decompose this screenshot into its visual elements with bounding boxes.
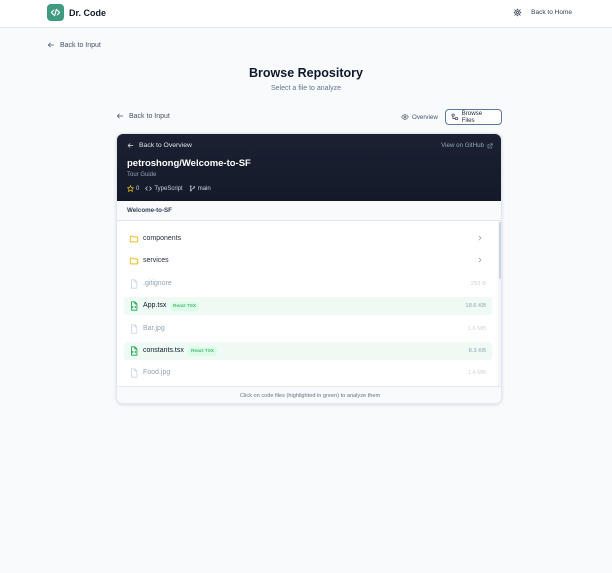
page-title: Browse Repository: [249, 66, 363, 80]
file-name: App.tsx: [143, 302, 167, 309]
footer-hint: Click on code files (highlighted in gree…: [117, 386, 501, 403]
folder-icon: [129, 256, 139, 266]
code-icon: [145, 186, 153, 191]
back-to-input-link[interactable]: Back to Input: [47, 41, 101, 49]
file-icon: [129, 279, 139, 289]
back-to-input-button[interactable]: Back to Input: [116, 112, 170, 120]
back-to-overview-label: Back to Overview: [139, 142, 192, 149]
git-branch-icon: [189, 185, 195, 192]
arrow-left-icon: [127, 143, 134, 148]
tab-overview[interactable]: Overview: [396, 109, 443, 125]
file-size: 18.6 KB: [465, 302, 486, 309]
file-size: 8.3 KB: [468, 347, 486, 354]
file-name: .gitignore: [143, 280, 172, 287]
repo-header: Back to Overview View on GitHub petrosho…: [117, 134, 501, 201]
scrollbar-thumb[interactable]: [499, 222, 501, 279]
file-name: components: [143, 235, 182, 242]
repo-language: TypeScript: [145, 185, 183, 192]
arrow-left-icon: [116, 113, 124, 119]
code-brackets-icon: [47, 4, 64, 21]
breadcrumb: Welcome-to-SF: [117, 201, 501, 221]
file-row[interactable]: App.tsx React TSX 18.6 KB: [124, 297, 492, 315]
back-to-overview-button[interactable]: Back to Overview: [127, 142, 192, 149]
top-navbar: Dr. Code Back to Home: [0, 0, 612, 28]
gear-icon[interactable]: [513, 8, 522, 17]
tab-overview-label: Overview: [412, 113, 438, 121]
file-list: components services .gitignore 253 B App.tsx…: [117, 221, 501, 386]
brand[interactable]: Dr. Code: [47, 4, 106, 21]
folder-icon: [129, 234, 139, 244]
repo-branch: main: [189, 185, 211, 192]
external-link-icon: [487, 142, 493, 148]
file-name: Food.jpg: [143, 369, 171, 376]
view-on-github-label: View on GitHub: [441, 142, 484, 149]
file-row[interactable]: Food.jpg 1.4 MB: [124, 364, 492, 382]
file-size: 1.4 MB: [467, 369, 486, 376]
repo-stars: 0: [127, 185, 139, 192]
page-subtitle: Select a file to analyze: [270, 85, 342, 92]
tab-browse-files[interactable]: Browse Files: [444, 109, 502, 125]
back-to-input-label: Back to Input: [129, 112, 170, 120]
repo-description: Tour Guide: [127, 172, 157, 178]
file-name: constants.tsx: [143, 347, 184, 354]
back-to-input-label: Back to Input: [60, 41, 101, 49]
folder-tree-icon: [451, 113, 458, 120]
repo-branch-label: main: [197, 185, 211, 192]
file-type-badge: React TSX: [170, 301, 200, 311]
back-to-home-link[interactable]: Back to Home: [531, 9, 572, 16]
view-toggle: Overview Browse Files: [396, 109, 502, 125]
arrow-left-icon: [47, 42, 55, 48]
file-name: Bar.jpg: [143, 325, 165, 332]
view-on-github-link[interactable]: View on GitHub: [441, 142, 493, 149]
file-row[interactable]: .gitignore 253 B: [124, 275, 492, 293]
repo-stars-count: 0: [136, 185, 140, 192]
file-size: 253 B: [470, 280, 486, 287]
breadcrumb-root[interactable]: Welcome-to-SF: [127, 207, 172, 214]
tab-browse-files-label: Browse Files: [461, 110, 483, 124]
folder-row[interactable]: components: [124, 230, 492, 248]
file-icon: [129, 324, 139, 334]
file-code-icon: [129, 301, 139, 311]
file-size: 1.6 MB: [467, 325, 486, 332]
star-icon: [127, 185, 134, 192]
brand-name: Dr. Code: [69, 7, 107, 18]
chevron-right-icon: [476, 234, 484, 244]
file-name: services: [143, 257, 169, 264]
eye-icon: [401, 114, 409, 120]
repository-browser-panel: Back to Overview View on GitHub petrosho…: [116, 133, 502, 404]
file-type-badge: React TSX: [188, 346, 218, 356]
file-row[interactable]: constants.tsx React TSX 8.3 KB: [124, 342, 492, 360]
file-icon: [129, 368, 139, 378]
file-code-icon: [129, 346, 139, 356]
folder-row[interactable]: services: [124, 252, 492, 270]
repo-language-label: TypeScript: [154, 185, 183, 192]
repo-full-name: petroshong/Welcome-to-SF: [127, 158, 251, 169]
repo-meta: 0 TypeScript main: [127, 185, 211, 192]
chevron-right-icon: [476, 256, 484, 266]
file-row[interactable]: Bar.jpg 1.6 MB: [124, 320, 492, 338]
